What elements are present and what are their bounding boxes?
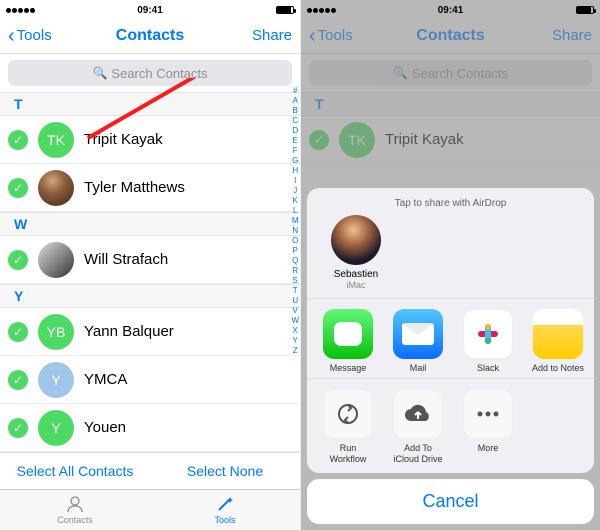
share-sheet: Tap to share with AirDrop Sebastien iMac… [307,188,594,524]
nav-bar: ‹Tools Contacts Share [0,18,300,54]
contact-name: Youen [84,419,126,436]
left-screen: 09:41 ‹Tools Contacts Share 🔍 Search Con… [0,0,300,530]
contact-name: Tyler Matthews [84,179,185,196]
message-icon [323,309,373,359]
tab-tools[interactable]: Tools [150,490,300,530]
action-label: Add ToiCloud Drive [383,443,453,465]
contact-row[interactable]: ✓ Will Strafach [0,236,300,284]
share-app-slack[interactable]: Slack [453,309,523,374]
slack-icon [463,309,513,359]
checkmark-icon[interactable]: ✓ [8,418,28,438]
notes-icon [533,309,583,359]
checkmark-icon[interactable]: ✓ [8,370,28,390]
battery-icon [276,6,294,14]
section-header-y: Y [0,284,300,308]
checkmark-icon[interactable]: ✓ [8,250,28,270]
cloud-upload-icon [393,389,443,439]
mail-icon [393,309,443,359]
tab-bar: Contacts Tools [0,489,300,530]
search-input[interactable]: 🔍 Search Contacts [8,60,292,86]
avatar: YB [38,314,74,350]
more-icon [463,389,513,439]
avatar [38,170,74,206]
contact-row[interactable]: ✓ Y YMCA [0,356,300,404]
tab-contacts[interactable]: Contacts [0,490,150,530]
airdrop-hint: Tap to share with AirDrop [307,198,594,209]
contact-row[interactable]: ✓ TK Tripit Kayak [0,116,300,164]
alphabet-index[interactable]: #ABCDEFGHIJKLMNOPQRSTUVWXYZ [291,86,299,356]
avatar: Y [38,410,74,446]
contact-row[interactable]: ✓ Tyler Matthews [0,164,300,212]
select-none-button[interactable]: Select None [150,453,300,489]
status-bar: 09:41 [0,0,300,18]
checkmark-icon[interactable]: ✓ [8,322,28,342]
chevron-left-icon: ‹ [8,26,15,46]
checkmark-icon[interactable]: ✓ [8,178,28,198]
workflow-icon [323,389,373,439]
airdrop-contact[interactable]: Sebastien iMac [323,215,389,290]
right-screen: 09:41 ‹Tools Contacts Share 🔍Search Cont… [300,0,600,530]
person-icon [65,494,85,514]
wand-icon [215,494,235,514]
contact-row[interactable]: ✓ Y Youen [0,404,300,452]
contact-name: YMCA [84,371,127,388]
section-header-w: W [0,212,300,236]
share-app-message[interactable]: Message [313,309,383,374]
avatar: Y [38,362,74,398]
status-time: 09:41 [0,5,300,16]
avatar: TK [38,122,74,158]
avatar [38,242,74,278]
back-button[interactable]: ‹Tools [8,26,52,46]
search-icon: 🔍 [92,66,107,80]
share-button[interactable]: Share [252,27,292,44]
action-label: RunWorkflow [313,443,383,465]
checkmark-icon[interactable]: ✓ [8,130,28,150]
contact-row[interactable]: ✓ YB Yann Balquer [0,308,300,356]
share-app-notes[interactable]: Add to Notes [523,309,593,374]
contact-name: Tripit Kayak [84,131,163,148]
share-action-icloud[interactable]: Add ToiCloud Drive [383,389,453,465]
airdrop-avatar [331,215,381,265]
section-header-t: T [0,92,300,116]
share-action-workflow[interactable]: RunWorkflow [313,389,383,465]
bulk-actions: Select All Contacts Select None [0,452,300,489]
contact-name: Yann Balquer [84,323,174,340]
share-action-more[interactable]: More [453,389,523,465]
contact-name: Will Strafach [84,251,168,268]
cancel-button[interactable]: Cancel [307,479,594,524]
select-all-button[interactable]: Select All Contacts [0,453,150,489]
share-app-mail[interactable]: Mail [383,309,453,374]
search-placeholder: Search Contacts [111,66,207,81]
